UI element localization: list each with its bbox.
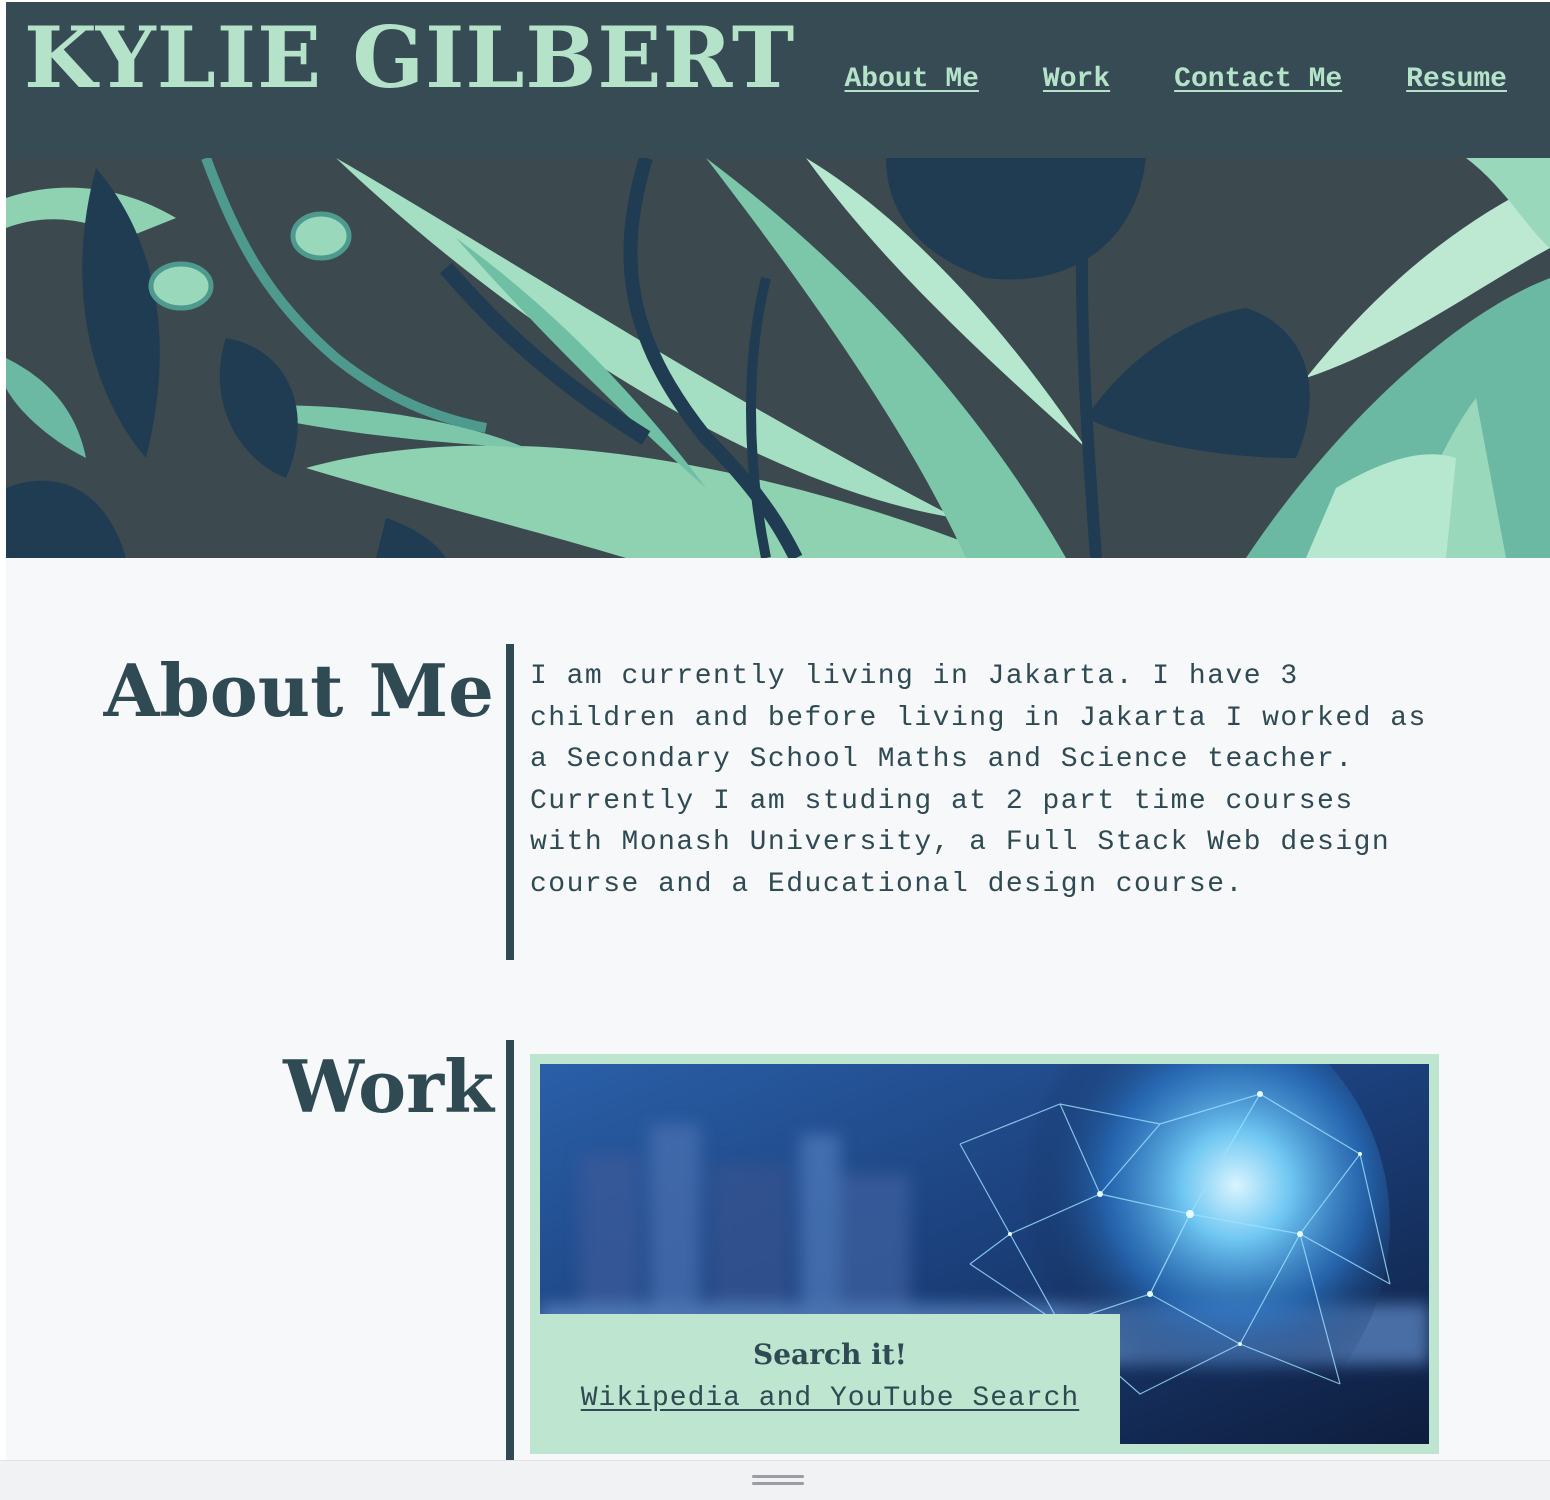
hero-banner bbox=[6, 158, 1550, 558]
site-brand[interactable]: KYLIE GILBERT bbox=[24, 16, 795, 100]
nav-work-link[interactable]: Work bbox=[1043, 64, 1110, 95]
work-divider bbox=[506, 1040, 514, 1460]
about-heading: About Me bbox=[103, 648, 494, 733]
nav-contact-me-link[interactable]: Contact Me bbox=[1174, 64, 1342, 95]
project-title: Search it! bbox=[753, 1338, 907, 1371]
botanical-leaf-illustration bbox=[6, 158, 1550, 558]
bottom-resize-bar[interactable] bbox=[0, 1460, 1550, 1500]
nav-resume-link[interactable]: Resume bbox=[1406, 64, 1507, 95]
main-nav: About Me Work Contact Me Resume bbox=[845, 64, 1508, 95]
project-link[interactable]: Wikipedia and YouTube Search bbox=[581, 1383, 1079, 1414]
about-divider bbox=[506, 644, 514, 960]
portfolio-page: KYLIE GILBERT About Me Work Contact Me R… bbox=[6, 2, 1550, 1460]
work-project-card: Search it! Wikipedia and YouTube Search bbox=[530, 1054, 1439, 1454]
nav-about-me-link[interactable]: About Me bbox=[845, 64, 979, 95]
about-paragraph: I am currently living in Jakarta. I have… bbox=[530, 661, 1427, 900]
site-header: KYLIE GILBERT About Me Work Contact Me R… bbox=[6, 2, 1550, 158]
project-caption: Search it! Wikipedia and YouTube Search bbox=[540, 1314, 1120, 1444]
work-heading: Work bbox=[283, 1044, 494, 1129]
drag-handle-icon[interactable] bbox=[752, 1475, 804, 1487]
